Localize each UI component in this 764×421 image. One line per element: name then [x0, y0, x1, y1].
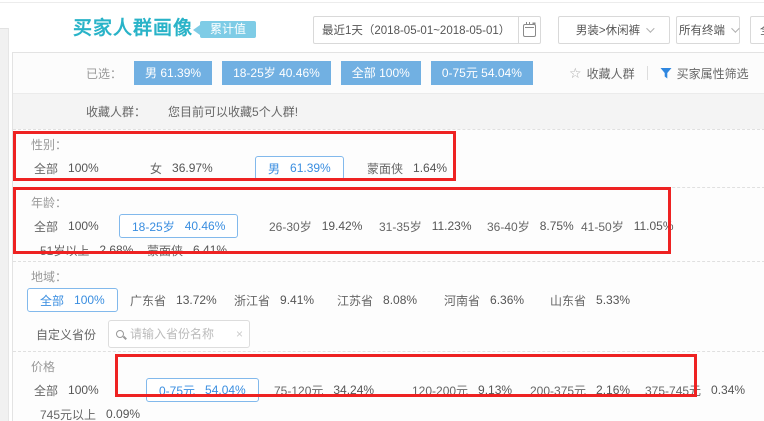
province-search-box[interactable] [108, 320, 250, 348]
section-price: 价格 全部100% 0-75元54.04% 75-120元34.24% 120-… [13, 351, 764, 421]
option-price-375-745[interactable]: 375-745元0.34% [645, 378, 745, 402]
date-range-picker[interactable]: 最近1天（2018-05-01~2018-05-01） [313, 16, 541, 44]
clipped-right-button-label: 全 [760, 22, 764, 38]
option-price-0-75-selected[interactable]: 0-75元54.04% [146, 378, 259, 402]
region-options-row: 全部100% 广东省13.72% 浙江省9.41% 江苏省8.08% 河南省6.… [31, 287, 764, 313]
gender-section-label: 性别： [31, 137, 764, 155]
favorite-crowd-button[interactable]: 收藏人群 买家属性筛选 [569, 53, 749, 93]
chevron-down-icon [731, 24, 739, 32]
option-age-41-50[interactable]: 41-50岁11.05% [581, 214, 674, 238]
section-age: 年龄： 全部100% 18-25岁40.46% 26-30岁19.42% 31-… [13, 187, 764, 261]
section-gender: 性别： 全部100% 女36.97% 男61.39% 蒙面侠1.64% [13, 129, 764, 187]
vertical-divider [647, 66, 648, 80]
option-region-shandong[interactable]: 山东省5.33% [550, 288, 630, 312]
option-age-masked[interactable]: 蒙面侠6.41% [147, 238, 227, 262]
selected-label: 已选： [86, 65, 122, 82]
terminal-dropdown-label: 所有终端 [679, 22, 725, 38]
selected-tag-price[interactable]: 0-75元 54.04% [431, 61, 533, 85]
selected-filters-bar: 已选： 男 61.39% 18-25岁 40.46% 全部 100% 0-75元… [13, 53, 764, 93]
region-section-label: 地域： [31, 269, 764, 287]
funnel-icon [660, 67, 672, 79]
option-region-guangdong[interactable]: 广东省13.72% [130, 288, 217, 312]
option-region-all-selected[interactable]: 全部100% [27, 288, 118, 312]
option-price-all[interactable]: 全部100% [34, 378, 99, 402]
favorite-crowd-row: 收藏人群： 您目前可以收藏5个人群! [13, 93, 764, 129]
cumulative-value-badge: 累计值 [200, 21, 256, 38]
section-region: 地域： 全部100% 广东省13.72% 浙江省9.41% 江苏省8.08% 河… [13, 261, 764, 351]
page-top-divider [0, 2, 764, 3]
province-search-input[interactable] [130, 327, 236, 341]
calendar-button[interactable] [518, 17, 540, 43]
favorite-row-label: 收藏人群： [86, 103, 146, 120]
selected-tag-age[interactable]: 18-25岁 40.46% [222, 61, 331, 85]
age-section-label: 年龄： [31, 195, 764, 213]
buyer-attribute-filter-button[interactable]: 买家属性筛选 [660, 65, 749, 82]
option-region-henan[interactable]: 河南省6.36% [444, 288, 524, 312]
price-options-row-1: 全部100% 0-75元54.04% 75-120元34.24% 120-200… [31, 377, 764, 403]
buyer-attribute-filter-label: 买家属性筛选 [677, 65, 749, 82]
chevron-down-icon [646, 24, 654, 32]
favorite-crowd-label: 收藏人群 [587, 65, 635, 82]
option-age-31-35[interactable]: 31-35岁11.23% [379, 214, 472, 238]
custom-province-row: 自定义省份 [31, 319, 764, 349]
option-age-51-plus[interactable]: 51岁以上2.68% [40, 238, 133, 262]
option-gender-female[interactable]: 女36.97% [150, 156, 213, 180]
option-age-26-30[interactable]: 26-30岁19.42% [269, 214, 362, 238]
star-icon [569, 65, 582, 82]
filter-panel: 已选： 男 61.39% 18-25岁 40.46% 全部 100% 0-75元… [12, 52, 764, 421]
age-options-row-1: 全部100% 18-25岁40.46% 26-30岁19.42% 31-35岁1… [31, 213, 764, 239]
option-price-200-375[interactable]: 200-375元2.16% [530, 378, 630, 402]
option-price-120-200[interactable]: 120-200元9.13% [412, 378, 512, 402]
option-region-jiangsu[interactable]: 江苏省8.08% [337, 288, 417, 312]
clipped-right-button[interactable]: 全 [750, 16, 764, 44]
age-options-row-2: 51岁以上2.68% 蒙面侠6.41% [31, 239, 764, 261]
date-range-text: 最近1天（2018-05-01~2018-05-01） [314, 22, 518, 38]
category-dropdown[interactable]: 男装>休闲裤 [558, 16, 670, 44]
search-icon [116, 330, 124, 338]
left-edge-strip [0, 28, 9, 421]
clear-icon[interactable] [236, 327, 243, 341]
selected-tag-region[interactable]: 全部 100% [341, 61, 421, 85]
option-price-745-plus[interactable]: 745元以上0.09% [40, 402, 140, 421]
category-dropdown-label: 男装>休闲裤 [576, 22, 640, 38]
price-section-label: 价格 [31, 359, 764, 377]
option-age-18-25-selected[interactable]: 18-25岁40.46% [119, 214, 238, 238]
calendar-icon [523, 24, 536, 37]
gender-options-row: 全部100% 女36.97% 男61.39% 蒙面侠1.64% [31, 155, 764, 181]
option-gender-masked[interactable]: 蒙面侠1.64% [367, 156, 447, 180]
page-title: 买家人群画像 [73, 13, 193, 40]
selected-tag-gender[interactable]: 男 61.39% [134, 61, 212, 85]
terminal-dropdown[interactable]: 所有终端 [676, 16, 740, 44]
option-gender-all[interactable]: 全部100% [34, 156, 99, 180]
favorite-row-message: 您目前可以收藏5个人群! [168, 103, 298, 120]
option-gender-male-selected[interactable]: 男61.39% [255, 156, 344, 180]
option-region-zhejiang[interactable]: 浙江省9.41% [234, 288, 314, 312]
option-price-75-120[interactable]: 75-120元34.24% [274, 378, 374, 402]
option-age-all[interactable]: 全部100% [34, 214, 99, 238]
option-age-36-40[interactable]: 36-40岁8.75% [487, 214, 574, 238]
price-options-row-2: 745元以上0.09% [31, 403, 764, 421]
buyer-persona-page: 买家人群画像 累计值 最近1天（2018-05-01~2018-05-01） 男… [0, 0, 764, 421]
custom-province-label: 自定义省份 [36, 326, 108, 343]
